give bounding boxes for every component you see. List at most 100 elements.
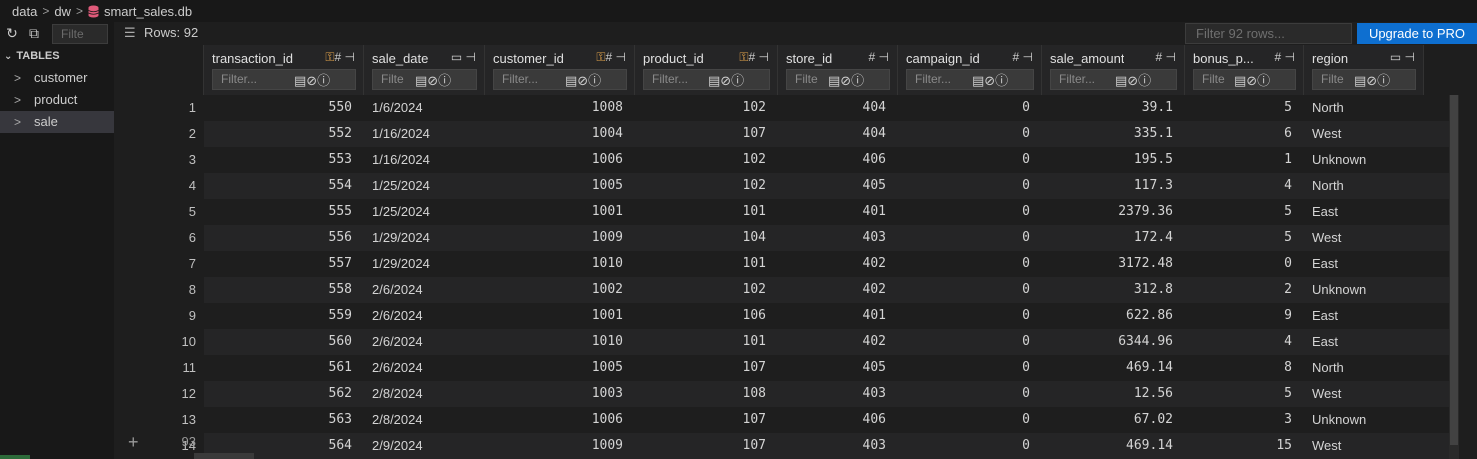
cell-sale_date[interactable]: 2/6/2024 (364, 277, 485, 303)
cell-sale_amount[interactable]: 312.8 (1042, 277, 1185, 303)
cell-store_id[interactable]: 406 (778, 147, 898, 173)
cell-region[interactable]: East (1304, 329, 1424, 355)
sidebar-item-product[interactable]: > product (0, 89, 114, 111)
cell-product_id[interactable]: 101 (635, 251, 778, 277)
column-header-2[interactable]: customer_id ⚿# ⊣ Filter... ▤⊘ⓘ (485, 45, 635, 95)
refresh-icon[interactable]: ↻ (4, 25, 20, 41)
cell-campaign_id[interactable]: 0 (898, 147, 1042, 173)
table-row[interactable]: 5 555 1/25/2024 1001 101 401 0 2379.36 5 East (114, 199, 1449, 225)
cell-customer_id[interactable]: 1010 (485, 329, 635, 355)
cell-region[interactable]: East (1304, 199, 1424, 225)
cell-region[interactable]: Unknown (1304, 147, 1424, 173)
column-title[interactable]: region (1312, 51, 1348, 66)
cell-campaign_id[interactable]: 0 (898, 277, 1042, 303)
cell-product_id[interactable]: 106 (635, 303, 778, 329)
cell-bonus_p[interactable]: 4 (1185, 173, 1304, 199)
cell-campaign_id[interactable]: 0 (898, 355, 1042, 381)
cell-transaction_id[interactable]: 563 (204, 407, 364, 433)
cell-bonus_p[interactable]: 9 (1185, 303, 1304, 329)
cell-region[interactable]: East (1304, 251, 1424, 277)
column-title[interactable]: sale_date (372, 51, 428, 66)
breadcrumb-data[interactable]: data (12, 4, 37, 19)
tables-section-header[interactable]: ⌄ TABLES (4, 50, 60, 62)
cell-campaign_id[interactable]: 0 (898, 303, 1042, 329)
cell-customer_id[interactable]: 1004 (485, 121, 635, 147)
cell-product_id[interactable]: 104 (635, 225, 778, 251)
cell-sale_date[interactable]: 1/16/2024 (364, 121, 485, 147)
cell-region[interactable]: West (1304, 225, 1424, 251)
cell-sale_amount[interactable]: 39.1 (1042, 95, 1185, 121)
cell-sale_date[interactable]: 2/6/2024 (364, 355, 485, 381)
cell-customer_id[interactable]: 1008 (485, 95, 635, 121)
cell-store_id[interactable]: 405 (778, 173, 898, 199)
filter-options-icons[interactable]: ▤⊘ⓘ (972, 70, 1008, 89)
cell-sale_amount[interactable]: 3172.48 (1042, 251, 1185, 277)
filter-options-icons[interactable]: ▤⊘ⓘ (294, 70, 330, 89)
cell-sale_date[interactable]: 1/6/2024 (364, 95, 485, 121)
cell-sale_date[interactable]: 2/6/2024 (364, 303, 485, 329)
cell-sale_amount[interactable]: 622.86 (1042, 303, 1185, 329)
cell-sale_date[interactable]: 2/8/2024 (364, 407, 485, 433)
column-header-3[interactable]: product_id ⚿# ⊣ Filter... ▤⊘ⓘ (635, 45, 778, 95)
cell-sale_amount[interactable]: 6344.96 (1042, 329, 1185, 355)
column-title[interactable]: sale_amount (1050, 51, 1124, 66)
horizontal-scrollbar[interactable] (194, 453, 254, 459)
cell-campaign_id[interactable]: 0 (898, 225, 1042, 251)
cell-store_id[interactable]: 402 (778, 251, 898, 277)
cell-sale_date[interactable]: 2/8/2024 (364, 381, 485, 407)
upgrade-button[interactable]: Upgrade to PRO (1357, 23, 1477, 44)
column-type-icons[interactable]: ⚿# ⊣ (596, 50, 626, 65)
cell-product_id[interactable]: 108 (635, 381, 778, 407)
column-title[interactable]: store_id (786, 51, 832, 66)
column-header-7[interactable]: bonus_p... # ⊣ Filte ▤⊘ⓘ (1185, 45, 1304, 95)
cell-bonus_p[interactable]: 3 (1185, 407, 1304, 433)
cell-product_id[interactable]: 107 (635, 433, 778, 459)
table-row[interactable]: 13 563 2/8/2024 1006 107 406 0 67.02 3 Unknown (114, 407, 1449, 433)
column-type-icons[interactable]: ⚿# ⊣ (325, 50, 355, 65)
filter-options-icons[interactable]: ▤⊘ⓘ (828, 70, 864, 89)
table-row[interactable]: 1 550 1/6/2024 1008 102 404 0 39.1 5 North (114, 95, 1449, 121)
cell-customer_id[interactable]: 1010 (485, 251, 635, 277)
plus-icon[interactable]: + (128, 429, 139, 455)
collapse-all-icon[interactable]: ⧉ (26, 25, 42, 41)
column-header-6[interactable]: sale_amount # ⊣ Filter... ▤⊘ⓘ (1042, 45, 1185, 95)
cell-transaction_id[interactable]: 556 (204, 225, 364, 251)
table-row[interactable]: 10 560 2/6/2024 1010 101 402 0 6344.96 4 East (114, 329, 1449, 355)
column-header-0[interactable]: transaction_id ⚿# ⊣ Filter... ▤⊘ⓘ (204, 45, 364, 95)
cell-product_id[interactable]: 101 (635, 329, 778, 355)
table-row[interactable]: 3 553 1/16/2024 1006 102 406 0 195.5 1 Unknown (114, 147, 1449, 173)
cell-product_id[interactable]: 102 (635, 95, 778, 121)
column-title[interactable]: campaign_id (906, 51, 980, 66)
cell-sale_amount[interactable]: 335.1 (1042, 121, 1185, 147)
cell-store_id[interactable]: 403 (778, 225, 898, 251)
cell-sale_amount[interactable]: 12.56 (1042, 381, 1185, 407)
cell-transaction_id[interactable]: 552 (204, 121, 364, 147)
column-header-5[interactable]: campaign_id # ⊣ Filter... ▤⊘ⓘ (898, 45, 1042, 95)
cell-customer_id[interactable]: 1003 (485, 381, 635, 407)
cell-customer_id[interactable]: 1001 (485, 303, 635, 329)
vertical-scrollbar[interactable] (1449, 95, 1459, 459)
breadcrumb-dw[interactable]: dw (54, 4, 71, 19)
cell-product_id[interactable]: 107 (635, 121, 778, 147)
sidebar-filter-input[interactable]: Filte (52, 24, 108, 44)
cell-customer_id[interactable]: 1006 (485, 407, 635, 433)
cell-bonus_p[interactable]: 15 (1185, 433, 1304, 459)
cell-campaign_id[interactable]: 0 (898, 407, 1042, 433)
cell-store_id[interactable]: 402 (778, 277, 898, 303)
column-header-1[interactable]: sale_date ▭ ⊣ Filte ▤⊘ⓘ (364, 45, 485, 95)
cell-customer_id[interactable]: 1005 (485, 355, 635, 381)
cell-store_id[interactable]: 404 (778, 95, 898, 121)
table-row[interactable]: 12 562 2/8/2024 1003 108 403 0 12.56 5 West (114, 381, 1449, 407)
cell-transaction_id[interactable]: 557 (204, 251, 364, 277)
cell-bonus_p[interactable]: 0 (1185, 251, 1304, 277)
menu-lines-icon[interactable]: ☰ (124, 25, 138, 41)
table-row[interactable]: 6 556 1/29/2024 1009 104 403 0 172.4 5 West (114, 225, 1449, 251)
table-row[interactable]: 2 552 1/16/2024 1004 107 404 0 335.1 6 West (114, 121, 1449, 147)
cell-region[interactable]: West (1304, 433, 1424, 459)
cell-region[interactable]: North (1304, 173, 1424, 199)
column-type-icons[interactable]: # ⊣ (1275, 50, 1295, 64)
cell-transaction_id[interactable]: 550 (204, 95, 364, 121)
cell-campaign_id[interactable]: 0 (898, 381, 1042, 407)
cell-sale_date[interactable]: 1/25/2024 (364, 173, 485, 199)
cell-store_id[interactable]: 401 (778, 303, 898, 329)
